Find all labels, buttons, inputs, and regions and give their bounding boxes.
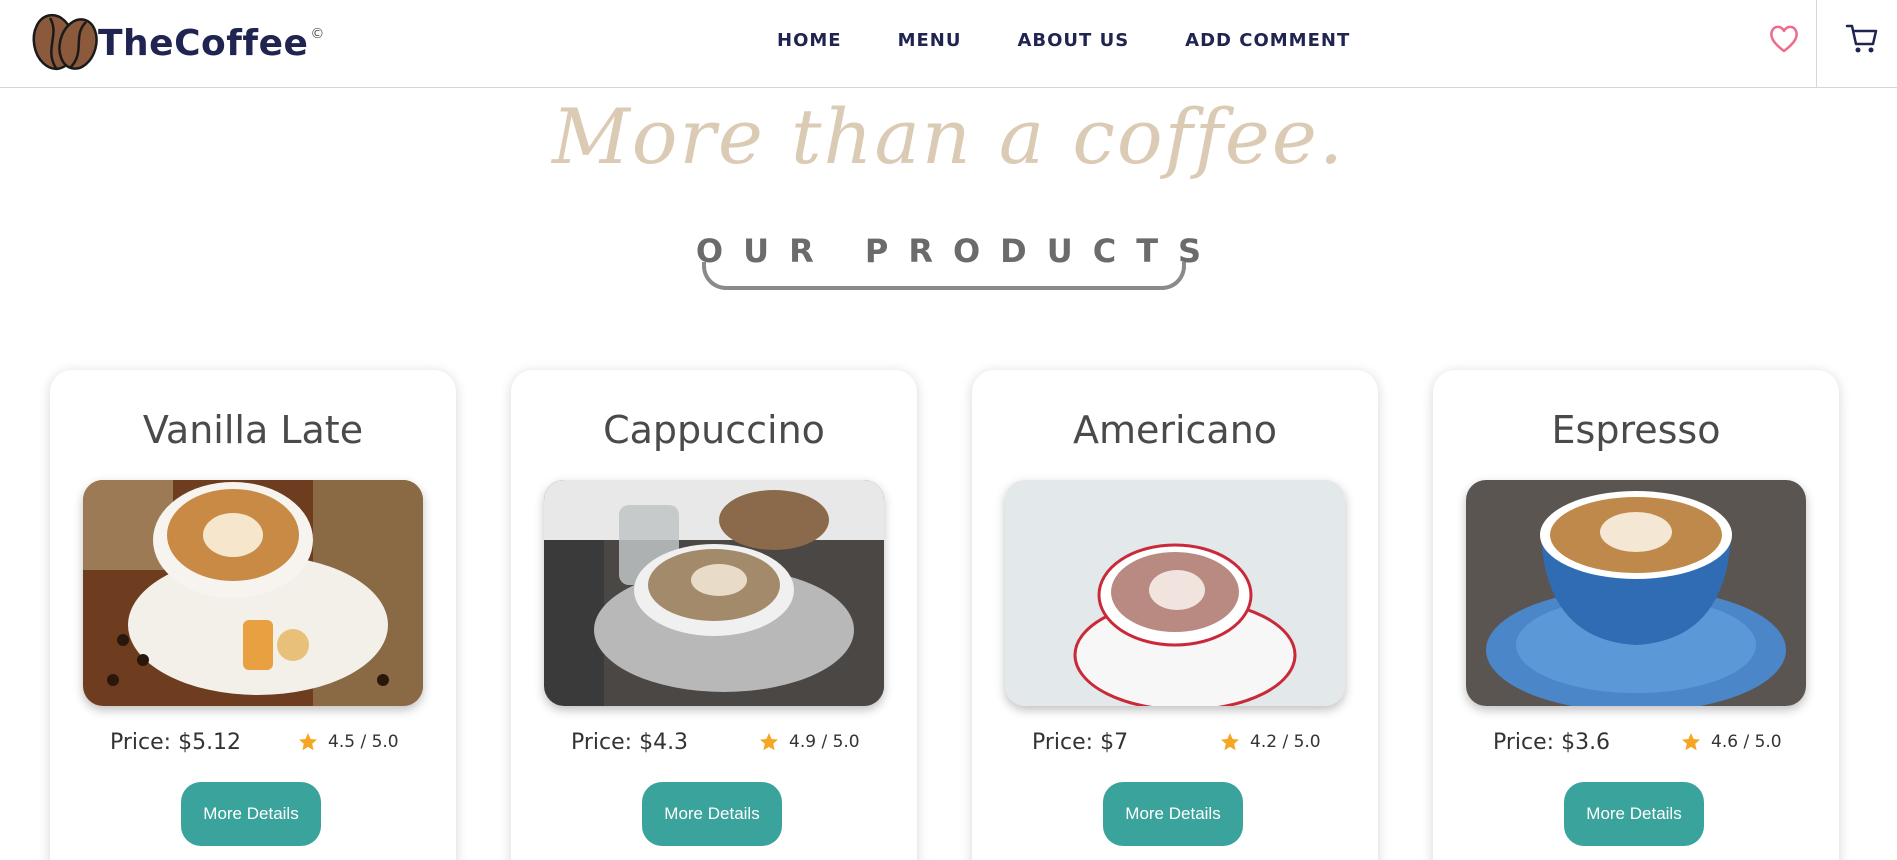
nav-menu[interactable]: MENU (898, 30, 962, 51)
brand-name: TheCoffee (98, 22, 309, 64)
star-icon (760, 733, 778, 751)
copyright-mark: © (310, 26, 325, 42)
product-price: Price: $5.12 (110, 730, 242, 755)
rating-value: 4.6 / 5.0 (1711, 732, 1782, 752)
header-divider (1816, 0, 1817, 88)
product-card: Americano Price: $7 4.2 / 5.0 More Detai… (972, 370, 1378, 860)
more-details-button[interactable]: More Details (1564, 782, 1704, 846)
product-rating: 4.5 / 5.0 (298, 732, 399, 752)
product-image[interactable] (83, 480, 423, 706)
rating-value: 4.9 / 5.0 (789, 732, 860, 752)
product-name: Americano (1072, 408, 1278, 452)
product-card: Cappuccino Price: $4.3 4.9 / 5.0 More De… (511, 370, 917, 860)
star-icon (299, 733, 317, 751)
rating-value: 4.5 / 5.0 (328, 732, 399, 752)
heart-icon[interactable] (1768, 24, 1800, 54)
product-name: Cappuccino (603, 408, 825, 452)
rating-value: 4.2 / 5.0 (1250, 732, 1321, 752)
nav-add-comment[interactable]: ADD COMMENT (1185, 30, 1350, 51)
product-card: Vanilla Late Price: $5.12 4.5 / 5.0 More… (50, 370, 456, 860)
coffee-bean-logo-icon (32, 13, 98, 71)
product-card: Espresso Price: $3.6 4.6 / 5.0 More Deta… (1433, 370, 1839, 860)
product-image[interactable] (1005, 480, 1345, 706)
product-name: Espresso (1551, 408, 1721, 452)
product-image[interactable] (1466, 480, 1806, 706)
nav-home[interactable]: HOME (777, 30, 842, 51)
product-price: Price: $4.3 (571, 730, 689, 755)
star-icon (1682, 733, 1700, 751)
product-image[interactable] (544, 480, 884, 706)
hero-tagline: More than a coffee. (551, 92, 1346, 181)
product-name: Vanilla Late (142, 408, 364, 452)
more-details-button[interactable]: More Details (642, 782, 782, 846)
product-rating: 4.2 / 5.0 (1220, 732, 1321, 752)
star-icon (1221, 733, 1239, 751)
nav-about-us[interactable]: ABOUT US (1017, 30, 1129, 51)
product-price: Price: $7 (1032, 730, 1129, 755)
more-details-button[interactable]: More Details (181, 782, 321, 846)
main-nav: HOME MENU ABOUT US ADD COMMENT (777, 30, 1406, 51)
more-details-button[interactable]: More Details (1103, 782, 1243, 846)
cart-icon[interactable] (1845, 22, 1879, 56)
section-title-underline (702, 262, 1186, 290)
site-header: TheCoffee © HOME MENU ABOUT US ADD COMME… (0, 0, 1897, 88)
product-rating: 4.9 / 5.0 (759, 732, 860, 752)
brand-logo[interactable]: TheCoffee © (30, 12, 324, 74)
product-price: Price: $3.6 (1493, 730, 1611, 755)
product-rating: 4.6 / 5.0 (1681, 732, 1782, 752)
